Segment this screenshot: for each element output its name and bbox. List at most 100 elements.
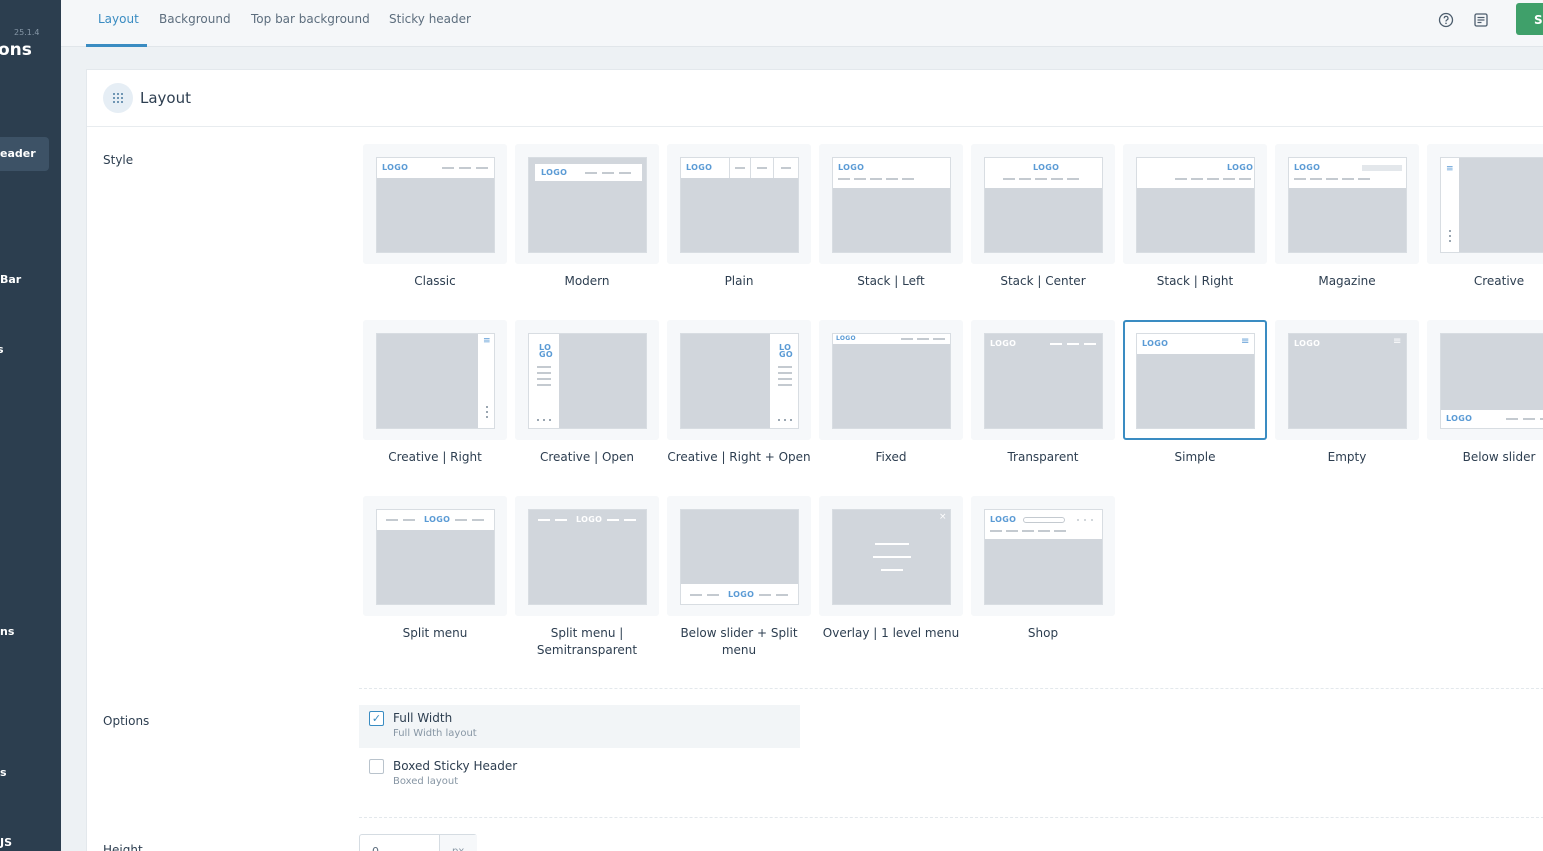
style-caption: Empty bbox=[1327, 450, 1367, 464]
section-divider bbox=[359, 688, 1543, 689]
below-slider-thumbnail: LOGO bbox=[1440, 333, 1543, 429]
tab-sticky-header[interactable]: Sticky header bbox=[389, 12, 471, 26]
overlay-thumbnail: × bbox=[832, 509, 951, 605]
logo-text: LOGO bbox=[990, 515, 1017, 524]
height-input[interactable]: 0 px bbox=[359, 834, 477, 851]
logo-text: LOGO bbox=[382, 163, 409, 172]
style-caption: Split menu | Semitransparent bbox=[536, 626, 638, 657]
style-caption: Creative | Right bbox=[388, 450, 482, 464]
logo-text: LOGO bbox=[990, 339, 1017, 348]
style-caption: Stack | Center bbox=[1000, 274, 1086, 288]
style-tile-empty[interactable]: LOGO ≡ Empty bbox=[1275, 320, 1419, 466]
style-tile-stack-center[interactable]: LOGO Stack | Center bbox=[971, 144, 1115, 290]
option-description: Boxed layout bbox=[393, 776, 459, 787]
style-tile-creative-right-open[interactable]: LO GO Creative | Right + Open bbox=[667, 320, 811, 466]
height-unit: px bbox=[439, 835, 477, 851]
style-caption: Magazine bbox=[1318, 274, 1376, 288]
menu-icon: ≡ bbox=[1393, 336, 1402, 347]
boxed-sticky-header-checkbox[interactable] bbox=[369, 759, 384, 774]
logo-text: LOGO bbox=[1446, 414, 1473, 423]
style-caption: Stack | Right bbox=[1156, 274, 1234, 288]
logo-text: GO bbox=[539, 350, 553, 359]
height-value[interactable]: 0 bbox=[372, 845, 379, 851]
style-caption: Overlay | 1 level menu bbox=[822, 626, 960, 640]
grid-icon bbox=[103, 83, 133, 113]
tab-background[interactable]: Background bbox=[159, 12, 231, 26]
full-width-checkbox[interactable]: ✓ bbox=[369, 711, 384, 726]
active-tab-indicator bbox=[86, 44, 147, 47]
style-tile-overlay[interactable]: × Overlay | 1 level menu bbox=[819, 496, 963, 642]
style-tile-below-slider[interactable]: LOGO Below slider bbox=[1427, 320, 1543, 466]
sidebar-title: ons bbox=[0, 40, 32, 60]
style-tile-creative[interactable]: ≡ Creative bbox=[1427, 144, 1543, 290]
sidebar-item-header[interactable]: eader bbox=[0, 137, 49, 171]
save-button[interactable]: Sa bbox=[1516, 3, 1543, 35]
menu-icon: ≡ bbox=[483, 336, 491, 346]
style-tile-below-slider-split-menu[interactable]: LOGO Below slider + Split menu bbox=[667, 496, 811, 659]
stack-right-thumbnail: LOGO bbox=[1136, 157, 1255, 253]
logo-text: LOGO bbox=[1294, 163, 1321, 172]
logo-text: LOGO bbox=[728, 590, 755, 599]
classic-thumbnail: LOGO bbox=[376, 157, 495, 253]
panel-title: Layout bbox=[140, 89, 191, 107]
option-full-width[interactable]: ✓ Full Width Full Width layout bbox=[359, 705, 800, 748]
sidebar-item-5[interactable]: s bbox=[0, 766, 7, 779]
logo-text: LOGO bbox=[838, 163, 865, 172]
creative-right-thumbnail: ≡ bbox=[376, 333, 495, 429]
style-tile-classic[interactable]: LOGO Classic bbox=[363, 144, 507, 290]
simple-thumbnail: LOGO ≡ bbox=[1136, 333, 1255, 429]
version-label: 25.1.4 bbox=[14, 28, 40, 37]
top-tab-bar: Layout Background Top bar background Sti… bbox=[61, 0, 1543, 47]
logo-text: LOGO bbox=[1033, 163, 1060, 172]
style-caption: Fixed bbox=[875, 450, 907, 464]
option-description: Full Width layout bbox=[393, 728, 477, 739]
style-tile-simple[interactable]: LOGO ≡ Simple bbox=[1123, 320, 1267, 466]
option-boxed-sticky-header[interactable]: Boxed Sticky Header Boxed layout bbox=[359, 753, 800, 796]
empty-thumbnail: LOGO ≡ bbox=[1288, 333, 1407, 429]
plain-thumbnail: LOGO bbox=[680, 157, 799, 253]
tab-top-bar-background[interactable]: Top bar background bbox=[251, 12, 370, 26]
style-tile-shop[interactable]: LOGO Shop bbox=[971, 496, 1115, 642]
tab-layout[interactable]: Layout bbox=[98, 12, 139, 26]
style-caption: Shop bbox=[1027, 626, 1059, 640]
logo-text: LOGO bbox=[1142, 339, 1169, 348]
creative-open-thumbnail: LO GO bbox=[528, 333, 647, 429]
style-label: Style bbox=[103, 153, 134, 167]
fixed-thumbnail: LOGO bbox=[832, 333, 951, 429]
style-tile-creative-right[interactable]: ≡ Creative | Right bbox=[363, 320, 507, 466]
style-tile-fixed[interactable]: LOGO Fixed bbox=[819, 320, 963, 466]
style-tile-modern[interactable]: LOGO Modern bbox=[515, 144, 659, 290]
notes-icon[interactable] bbox=[1472, 11, 1490, 29]
option-label: Boxed Sticky Header bbox=[393, 759, 518, 773]
style-tile-magazine[interactable]: LOGO Magazine bbox=[1275, 144, 1419, 290]
style-tile-split-menu-semitransparent[interactable]: LOGO Split menu | Semitransparent bbox=[515, 496, 659, 659]
logo-text: LOGO bbox=[576, 515, 603, 524]
style-tile-split-menu[interactable]: LOGO Split menu bbox=[363, 496, 507, 642]
menu-icon: ≡ bbox=[1241, 336, 1250, 347]
sidebar-item-4[interactable]: ns bbox=[0, 625, 14, 638]
magazine-thumbnail: LOGO bbox=[1288, 157, 1407, 253]
style-caption: Stack | Left bbox=[857, 274, 925, 288]
style-tile-stack-left[interactable]: LOGO Stack | Left bbox=[819, 144, 963, 290]
stack-center-thumbnail: LOGO bbox=[984, 157, 1103, 253]
section-divider bbox=[359, 817, 1543, 818]
sidebar-item-js[interactable]: JS bbox=[0, 836, 12, 849]
style-tile-plain[interactable]: LOGO Plain bbox=[667, 144, 811, 290]
help-circle-icon[interactable] bbox=[1437, 11, 1455, 29]
sidebar-item-3[interactable]: s bbox=[0, 343, 4, 356]
shop-thumbnail: LOGO bbox=[984, 509, 1103, 605]
style-caption: Modern bbox=[564, 274, 610, 288]
style-tile-stack-right[interactable]: LOGO Stack | Right bbox=[1123, 144, 1267, 290]
logo-text: LOGO bbox=[686, 163, 713, 172]
style-caption: Transparent bbox=[1007, 450, 1079, 464]
logo-text: LOGO bbox=[541, 168, 568, 177]
option-label: Full Width bbox=[393, 711, 453, 725]
sidebar-item-top-bar[interactable]: Bar bbox=[0, 273, 21, 286]
modern-thumbnail: LOGO bbox=[528, 157, 647, 253]
style-caption: Creative | Open bbox=[539, 450, 635, 464]
sidebar: 25.1.4 ons eader Bar s ns s JS bbox=[0, 0, 61, 851]
style-tile-transparent[interactable]: LOGO Transparent bbox=[971, 320, 1115, 466]
height-label: Height bbox=[103, 843, 143, 851]
style-tile-creative-open[interactable]: LO GO Creative | Open bbox=[515, 320, 659, 466]
logo-text: LOGO bbox=[1294, 339, 1321, 348]
